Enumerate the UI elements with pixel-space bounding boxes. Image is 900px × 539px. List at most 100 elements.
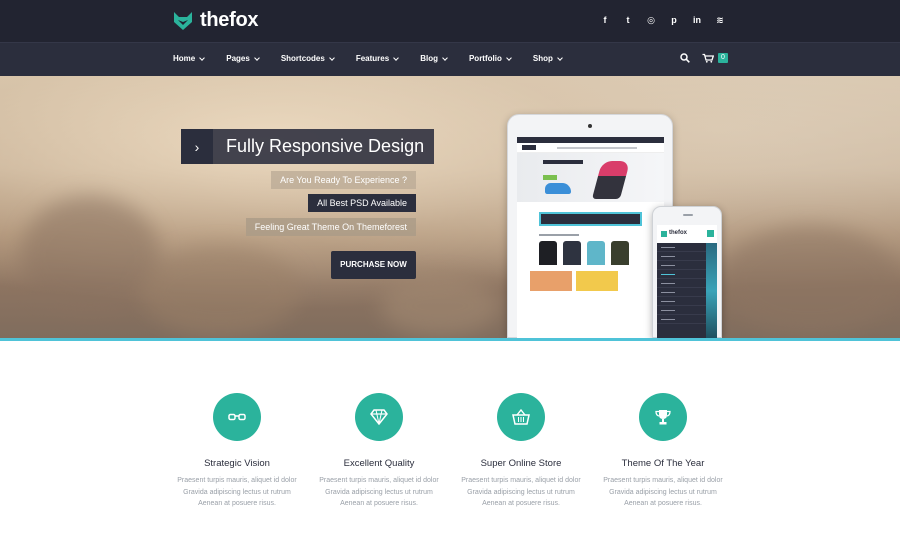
hero-tagline-3: Feeling Great Theme On Themeforest <box>245 218 416 236</box>
brand-name-suffix: fox <box>678 230 687 236</box>
tablet-camera <box>588 124 592 128</box>
phone-speaker <box>683 214 693 216</box>
search-icon[interactable] <box>680 53 690 63</box>
phone-brand-name: thefox <box>669 230 687 236</box>
nav-item-blog[interactable]: Blog <box>420 54 448 63</box>
screen-subtitle <box>539 234 579 236</box>
feature-description-line: Aenean at posuere risus. <box>624 500 702 507</box>
dribbble-icon[interactable]: ◎ <box>646 15 656 25</box>
logo[interactable]: thefox <box>172 9 259 32</box>
chevron-down-icon <box>506 54 512 61</box>
feature-description-line: Aenean at posuere risus. <box>198 500 276 507</box>
chevron-down-icon <box>557 54 563 61</box>
nav-item-label: Portfolio <box>468 54 502 63</box>
diamond-icon <box>370 409 388 425</box>
hero-tagline-1: Are You Ready To Experience ? <box>271 171 416 189</box>
feature-description: Praesent turpis mauris, aliquet id dolor… <box>451 475 591 510</box>
screen-products <box>539 241 664 265</box>
feature-description-line: Praesent turpis mauris, aliquet id dolor <box>461 477 581 484</box>
phone-mockup: thefox <box>652 206 722 339</box>
feature-title: Super Online Store <box>480 458 562 469</box>
menu-icon <box>707 230 714 237</box>
feature-title: Strategic Vision <box>204 458 270 469</box>
nav-item-label: Pages <box>226 54 250 63</box>
feature-icon-circle <box>497 393 545 441</box>
phone-screen: thefox <box>657 225 717 339</box>
nav-item-home[interactable]: Home <box>173 54 206 63</box>
cart-count-badge: 0 <box>718 53 728 63</box>
brand-name-prefix: the <box>200 9 230 31</box>
feature-description-line: Gravida adipiscing lectus ut rutrum <box>325 488 433 496</box>
chevron-down-icon <box>393 54 400 61</box>
feature-icon-circle <box>639 393 687 441</box>
nav-menu: Home Pages Shortcodes Features Blog Port… <box>173 54 584 63</box>
feature-excellent-quality: Excellent Quality Praesent turpis mauris… <box>309 393 449 510</box>
feature-icon-circle <box>355 393 403 441</box>
feature-description-line: Praesent turpis mauris, aliquet id dolor <box>177 477 297 484</box>
feature-strategic-vision: Strategic Vision Praesent turpis mauris,… <box>167 393 307 510</box>
screen-header <box>517 143 664 153</box>
nav-item-label: Shop <box>532 54 553 63</box>
nav-item-pages[interactable]: Pages <box>226 54 260 63</box>
feature-icon-circle <box>213 393 261 441</box>
hero-banner <box>0 76 900 339</box>
hero-tagline-2: All Best PSD Available <box>308 194 416 212</box>
feature-description-line: Praesent turpis mauris, aliquet id dolor <box>319 477 439 484</box>
chevron-right-icon: › <box>194 138 200 155</box>
nav-item-label: Blog <box>420 54 438 63</box>
nav-item-features[interactable]: Features <box>355 54 400 63</box>
hero-title-box: › Fully Responsive Design <box>181 129 435 164</box>
features-section: Strategic Vision Praesent turpis mauris,… <box>0 341 900 539</box>
nav-item-label: Features <box>355 54 390 63</box>
nav-actions: 0 <box>680 53 728 63</box>
trophy-icon <box>655 409 671 424</box>
feature-description-line: Aenean at posuere risus. <box>482 500 560 507</box>
cart-icon[interactable] <box>702 53 714 63</box>
hero-title: Fully Responsive Design <box>213 129 435 164</box>
fox-logo-icon <box>661 231 667 237</box>
background-blur <box>140 246 300 336</box>
tablet-screen <box>517 137 664 339</box>
feature-description: Praesent turpis mauris, aliquet id dolor… <box>593 475 733 510</box>
nav-item-portfolio[interactable]: Portfolio <box>468 54 512 63</box>
background-blur <box>720 226 900 336</box>
top-bar: thefox f t ◎ p in ≋ <box>0 0 900 42</box>
feature-super-online-store: Super Online Store Praesent turpis mauri… <box>451 393 591 510</box>
feature-theme-of-the-year: Theme Of The Year Praesent turpis mauris… <box>593 393 733 510</box>
feature-description: Praesent turpis mauris, aliquet id dolor… <box>309 475 449 510</box>
feature-title: Excellent Quality <box>343 458 415 469</box>
tablet-mockup <box>507 114 673 339</box>
feature-description: Praesent turpis mauris, aliquet id dolor… <box>167 475 307 510</box>
facebook-icon[interactable]: f <box>600 15 610 25</box>
chevron-down-icon <box>442 54 448 61</box>
background-blur <box>20 196 160 316</box>
basket-icon <box>512 409 530 425</box>
hero-arrow-button[interactable]: › <box>181 129 213 164</box>
main-navigation: Home Pages Shortcodes Features Blog Port… <box>0 42 900 76</box>
feature-description-line: Gravida adipiscing lectus ut rutrum <box>609 488 717 496</box>
feature-description-line: Aenean at posuere risus. <box>340 500 418 507</box>
pinterest-icon[interactable]: p <box>669 15 679 25</box>
nav-item-label: Home <box>173 54 196 63</box>
chevron-down-icon <box>199 54 206 61</box>
chevron-down-icon <box>328 54 335 61</box>
nav-item-shop[interactable]: Shop <box>532 54 563 63</box>
feature-description-line: Gravida adipiscing lectus ut rutrum <box>467 488 575 496</box>
background-blur <box>380 276 500 336</box>
rss-icon[interactable]: ≋ <box>715 15 725 25</box>
brand-name-prefix: the <box>669 230 678 236</box>
feature-description-line: Praesent turpis mauris, aliquet id dolor <box>603 477 723 484</box>
social-links: f t ◎ p in ≋ <box>600 15 725 25</box>
brand-name-suffix: fox <box>229 9 259 31</box>
brand-name: thefox <box>200 9 259 32</box>
feature-title: Theme Of The Year <box>621 458 705 469</box>
twitter-icon[interactable]: t <box>623 15 633 25</box>
glasses-icon <box>228 413 246 421</box>
screen-banner <box>539 212 642 226</box>
phone-side-image <box>706 243 717 339</box>
screen-promo-grid <box>530 271 618 291</box>
purchase-now-button[interactable]: PURCHASE NOW <box>331 251 416 279</box>
nav-item-shortcodes[interactable]: Shortcodes <box>281 54 335 63</box>
linkedin-icon[interactable]: in <box>692 15 702 25</box>
chevron-down-icon <box>253 54 260 61</box>
